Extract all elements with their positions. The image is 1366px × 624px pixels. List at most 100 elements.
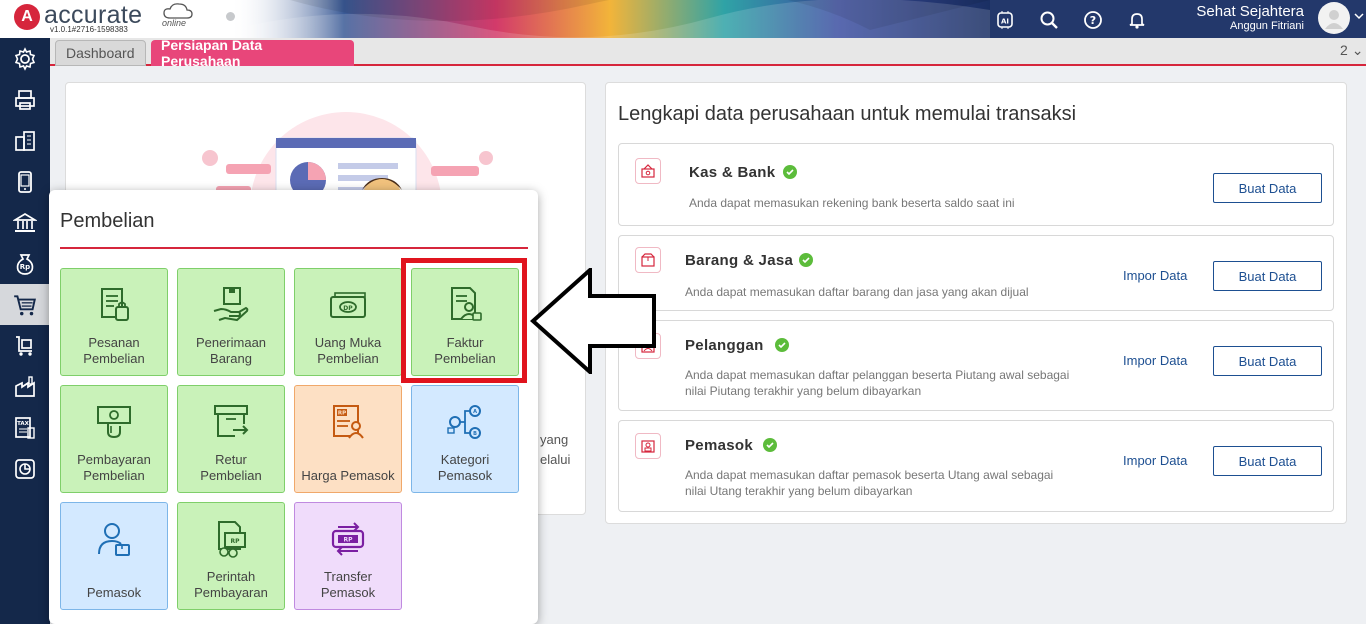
svg-text:RP: RP bbox=[230, 538, 240, 545]
card-barang-jasa: Barang & Jasa Anda dapat memasukan dafta… bbox=[618, 235, 1334, 311]
tax-icon: TAX bbox=[15, 416, 35, 439]
down-payment-icon: DP bbox=[330, 292, 366, 318]
impor-data-link[interactable]: Impor Data bbox=[1123, 268, 1187, 283]
bell-icon[interactable] bbox=[1122, 5, 1152, 35]
tile-pembayaran-pembelian[interactable]: Pembayaran Pembelian bbox=[60, 385, 168, 493]
svg-text:RP: RP bbox=[343, 537, 353, 544]
tile-label: Kategori bbox=[440, 452, 490, 467]
check-icon bbox=[799, 253, 813, 267]
svg-text:TAX: TAX bbox=[17, 421, 30, 427]
tile-harga-pemasok[interactable]: RP Harga Pemasok bbox=[294, 385, 402, 493]
svg-text:Rp: Rp bbox=[20, 263, 30, 271]
mobile-icon bbox=[18, 170, 32, 193]
tab-count-dropdown[interactable]: 2 ⌄ bbox=[1340, 42, 1363, 59]
check-icon bbox=[763, 438, 777, 452]
sidebar-item-purchase[interactable] bbox=[0, 284, 50, 325]
card-title: Pelanggan bbox=[685, 337, 764, 354]
card-description: Anda dapat memasukan daftar barang dan j… bbox=[685, 285, 1029, 299]
svg-text:A: A bbox=[473, 409, 477, 415]
avatar[interactable] bbox=[1318, 2, 1350, 34]
tile-pesanan-pembelian[interactable]: Pesanan Pembelian bbox=[60, 268, 168, 376]
tile-label: Pembayaran bbox=[77, 452, 151, 467]
tab-dashboard[interactable]: Dashboard bbox=[55, 40, 146, 66]
sidebar-item-reports[interactable] bbox=[0, 448, 50, 489]
svg-text:B: B bbox=[473, 431, 477, 437]
tile-label: Uang Muka bbox=[314, 335, 382, 350]
buat-data-button[interactable]: Buat Data bbox=[1213, 261, 1322, 291]
ai-icon[interactable]: AI bbox=[990, 5, 1020, 35]
tile-uang-muka-pembelian[interactable]: DP Uang Muka Pembelian bbox=[294, 268, 402, 376]
tile-retur-pembelian[interactable]: Retur Pembelian bbox=[177, 385, 285, 493]
card-description: Anda dapat memasukan daftar pemasok bese… bbox=[685, 468, 1054, 498]
sidebar-item-company[interactable] bbox=[0, 120, 50, 161]
search-icon[interactable] bbox=[1034, 5, 1064, 35]
printer-icon bbox=[15, 89, 35, 110]
tile-label: Harga Pemasok bbox=[301, 468, 395, 483]
factory-icon bbox=[15, 375, 35, 397]
tile-kategori-pemasok[interactable]: AB Kategori Pemasok bbox=[411, 385, 519, 493]
tile-label: Pemasok bbox=[437, 468, 493, 483]
tile-label: Pembelian bbox=[200, 468, 262, 483]
tile-label: Pembayaran bbox=[194, 585, 268, 600]
sidebar-item-bank[interactable] bbox=[0, 202, 50, 243]
tile-pemasok[interactable]: Pemasok bbox=[60, 502, 168, 610]
logo-subtitle: online bbox=[162, 18, 187, 28]
header-banner-graphic bbox=[230, 0, 990, 38]
buat-data-button[interactable]: Buat Data bbox=[1213, 446, 1322, 476]
impor-data-link[interactable]: Impor Data bbox=[1123, 353, 1187, 368]
tile-perintah-pembayaran[interactable]: RP Perintah Pembayaran bbox=[177, 502, 285, 610]
supplier-price-icon: RP bbox=[333, 405, 364, 439]
chevron-down-icon[interactable] bbox=[1354, 12, 1364, 20]
tile-label: Pembelian bbox=[83, 351, 145, 366]
card-kas-bank: Kas & Bank Anda dapat memasukan rekening… bbox=[618, 143, 1334, 226]
buat-data-button[interactable]: Buat Data bbox=[1213, 346, 1322, 376]
sidebar-item-settings[interactable] bbox=[0, 38, 50, 79]
pointer-arrow-icon bbox=[530, 268, 656, 374]
goods-receipt-icon bbox=[213, 287, 249, 322]
card-title: Kas & Bank bbox=[689, 164, 776, 181]
top-bar: A accurate online v1.0.1#2716-1598383 AI… bbox=[0, 0, 1366, 38]
sidebar-item-sales[interactable] bbox=[0, 325, 50, 366]
card-description: Anda dapat memasukan rekening bank beser… bbox=[689, 196, 1015, 210]
setup-checklist-panel: Lengkapi data perusahaan untuk memulai t… bbox=[605, 82, 1347, 524]
svg-text:RP: RP bbox=[338, 411, 346, 417]
svg-text:DP: DP bbox=[343, 305, 353, 312]
tile-label: Pemasok bbox=[320, 585, 376, 600]
sidebar-item-printer[interactable] bbox=[0, 79, 50, 120]
sidebar-item-tax[interactable]: TAX bbox=[0, 407, 50, 448]
purchase-return-icon bbox=[214, 405, 249, 437]
tile-label: Pembelian bbox=[83, 468, 145, 483]
tile-transfer-pemasok[interactable]: RP Transfer Pemasok bbox=[294, 502, 402, 610]
gear-icon bbox=[14, 46, 36, 71]
money-bag-icon: Rp bbox=[16, 253, 34, 275]
sidebar-item-mobile[interactable] bbox=[0, 161, 50, 202]
bank-icon bbox=[13, 212, 37, 232]
tile-label: Perintah bbox=[206, 569, 256, 584]
supplier-icon bbox=[635, 433, 661, 459]
purchase-order-icon bbox=[101, 288, 129, 321]
sidebar-item-cash[interactable]: Rp bbox=[0, 243, 50, 284]
tile-penerimaan-barang[interactable]: Penerimaan Barang bbox=[177, 268, 285, 376]
help-icon[interactable]: ? bbox=[1078, 5, 1108, 35]
impor-data-link[interactable]: Impor Data bbox=[1123, 453, 1187, 468]
status-dot bbox=[226, 12, 235, 21]
purchase-payment-icon bbox=[97, 406, 131, 439]
card-description: Anda dapat memasukan daftar pelanggan be… bbox=[685, 368, 1070, 398]
tile-label: Pemasok bbox=[86, 585, 142, 600]
supplier-icon bbox=[98, 523, 130, 556]
user-info[interactable]: Sehat Sejahtera Anggun Fitriani bbox=[1196, 3, 1304, 32]
check-icon bbox=[783, 165, 797, 179]
svg-text:?: ? bbox=[1090, 14, 1096, 27]
card-pemasok: Pemasok Anda dapat memasukan daftar pema… bbox=[618, 420, 1334, 512]
sidebar-item-inventory[interactable] bbox=[0, 366, 50, 407]
building-icon bbox=[15, 130, 35, 151]
cart-icon bbox=[14, 294, 36, 315]
card-title: Barang & Jasa bbox=[685, 252, 794, 269]
card-pelanggan: Pelanggan Anda dapat memasukan daftar pe… bbox=[618, 320, 1334, 411]
supplier-category-icon: AB bbox=[447, 405, 481, 439]
tab-count: 2 bbox=[1340, 42, 1348, 58]
buat-data-button[interactable]: Buat Data bbox=[1213, 173, 1322, 203]
payment-order-icon: RP bbox=[218, 521, 246, 558]
peek-text: elalui bbox=[540, 452, 571, 467]
tab-company-setup[interactable]: Persiapan Data Perusahaan bbox=[151, 37, 354, 69]
